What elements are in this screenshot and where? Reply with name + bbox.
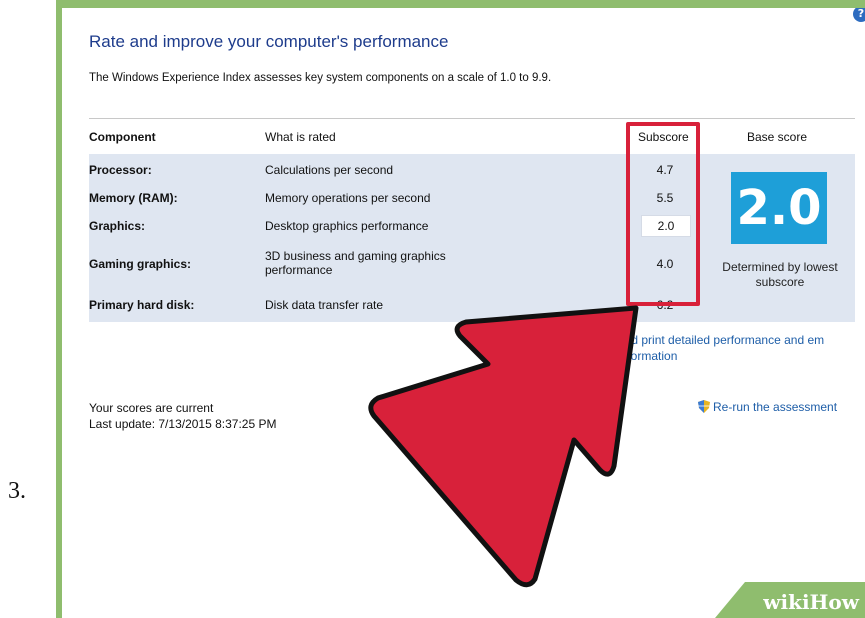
base-score-tile: 2.0	[731, 172, 827, 244]
screenshot-frame: ? Rate and improve your computer's perfo…	[56, 0, 865, 618]
component-name: Memory (RAM):	[89, 191, 178, 205]
scores-status: Your scores are current Last update: 7/1…	[89, 400, 276, 432]
what-is-rated: 3D business and gaming graphics performa…	[265, 249, 446, 277]
column-header-what-is-rated: What is rated	[265, 130, 336, 144]
view-print-details-link[interactable]: and print detailed performance and em in…	[618, 332, 858, 364]
step-number: 3.	[8, 478, 26, 504]
component-name: Processor:	[89, 163, 152, 177]
what-is-rated: Disk data transfer rate	[265, 298, 384, 312]
scores-current-text: Your scores are current	[89, 401, 214, 415]
what-is-rated: Memory operations per second	[265, 191, 431, 205]
base-score-caption: Determined by lowest subscore	[722, 260, 838, 289]
shield-icon	[698, 400, 710, 413]
page-title: Rate and improve your computer's perform…	[89, 32, 449, 51]
table-header-divider	[89, 118, 855, 119]
rerun-assessment-label: Re-run the assessment	[713, 400, 838, 414]
what-is-rated: Desktop graphics performance	[265, 219, 429, 233]
column-header-base-score: Base score	[747, 130, 808, 144]
score-table: Component What is rated Subscore Base sc…	[89, 118, 855, 322]
what-is-rated: Calculations per second	[265, 163, 394, 177]
component-name: Gaming graphics:	[89, 257, 192, 271]
component-name: Primary hard disk:	[89, 298, 195, 312]
help-icon[interactable]: ?	[853, 8, 865, 22]
last-update-text: Last update: 7/13/2015 8:37:25 PM	[89, 417, 277, 431]
wikihow-watermark: wikiHow	[715, 582, 865, 618]
component-name: Graphics:	[89, 219, 146, 233]
column-header-component: Component	[89, 130, 156, 144]
rerun-assessment-link[interactable]: Re-run the assessment	[698, 400, 837, 414]
page-description: The Windows Experience Index assesses ke…	[89, 72, 552, 84]
watermark-text: wikiHow	[763, 590, 859, 614]
performance-panel: ? Rate and improve your computer's perfo…	[62, 8, 865, 618]
subscore-highlight-box	[626, 122, 700, 306]
